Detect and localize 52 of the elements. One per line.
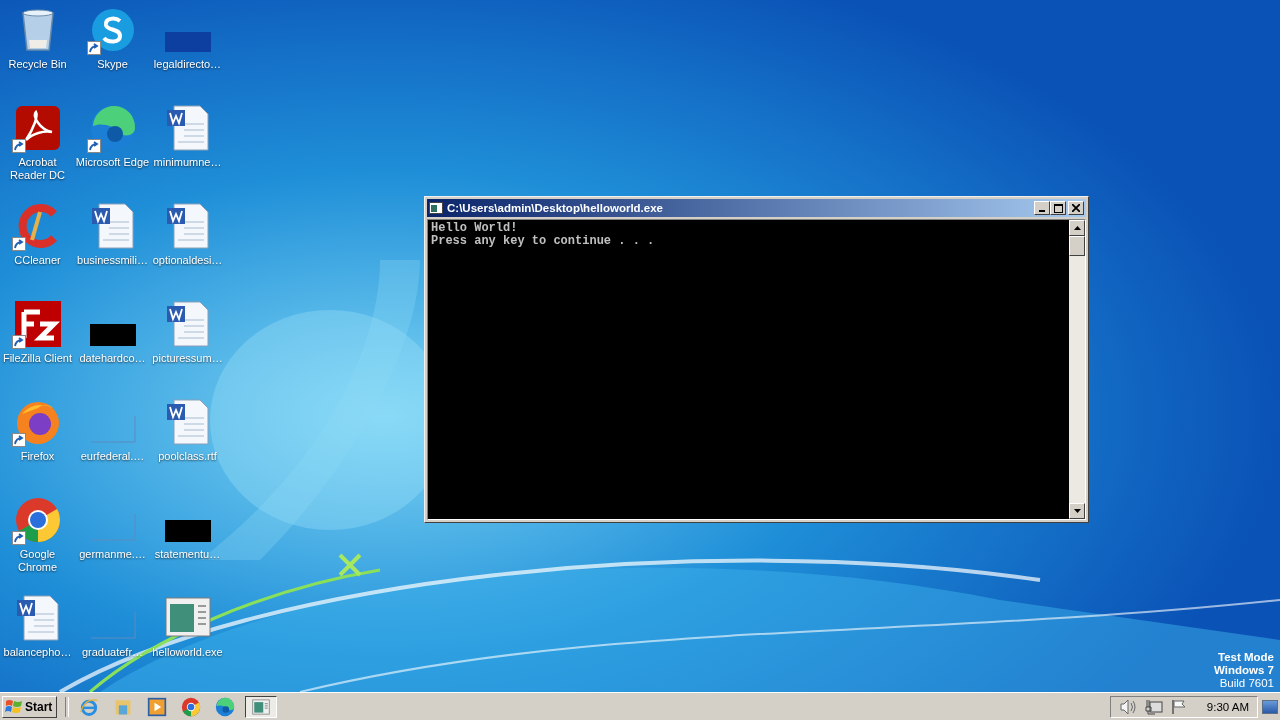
clock[interactable]: 9:30 AM [1206, 700, 1249, 713]
icon-label: helloworld.exe [151, 646, 224, 659]
icon-label: businessmili… [76, 254, 149, 267]
icon-label: Acrobat Reader DC [9, 156, 66, 182]
icon-label: Skype [96, 58, 129, 71]
scroll-thumb[interactable] [1069, 236, 1085, 256]
edge-icon[interactable] [215, 696, 236, 717]
icon-label: picturessum… [151, 352, 224, 365]
minimize-button[interactable] [1034, 201, 1050, 215]
program-icon [429, 202, 443, 214]
filezilla-icon[interactable] [13, 300, 62, 348]
close-button[interactable] [1068, 201, 1084, 215]
console-line: Hello World! [431, 222, 519, 235]
flag-icon[interactable] [1170, 698, 1187, 715]
chrome-icon[interactable] [181, 696, 202, 717]
edge-icon[interactable] [88, 104, 137, 152]
icon-label: germanme.… [78, 548, 147, 561]
show-desktop-button[interactable] [1262, 699, 1278, 714]
icon-label: legaldirecto… [152, 58, 223, 71]
maximize-button[interactable] [1050, 201, 1066, 215]
media-player-icon[interactable] [147, 696, 168, 717]
console-line: Press any key to continue . . . [431, 234, 656, 247]
close-icon [1072, 204, 1080, 212]
icon-label: graduatefr… [80, 646, 145, 659]
speaker-icon[interactable] [1118, 698, 1137, 715]
icon-label: poolclass.rtf [157, 450, 218, 463]
icon-label: eurfederal.… [79, 450, 146, 463]
test-mode-text: Test Mode [1218, 651, 1274, 664]
scroll-down-icon[interactable] [1073, 509, 1081, 513]
icon-label: Microsoft Edge [75, 156, 150, 169]
icon-label: FileZilla Client [1, 352, 74, 365]
start-button[interactable]: Start [2, 695, 58, 718]
icon-label: balancepho… [2, 646, 73, 659]
test-mode-text: Windows 7 [1214, 664, 1274, 677]
chrome-icon[interactable] [13, 496, 62, 544]
window-title: C:\Users\admin\Desktop\helloworld.exe [447, 202, 664, 214]
maximize-icon [1053, 203, 1063, 213]
icon-label: datehardco… [78, 352, 147, 365]
network-icon[interactable] [1144, 698, 1163, 715]
icon-label: statementu… [153, 548, 222, 561]
icon-label: Firefox [19, 450, 56, 463]
icon-label: optionaldesi… [151, 254, 224, 267]
icon-label: Google Chrome [16, 548, 59, 574]
scroll-up-icon[interactable] [1073, 226, 1081, 230]
icon-label: CCleaner [13, 254, 62, 267]
taskbar-button[interactable] [245, 695, 278, 718]
pdf-icon[interactable] [13, 104, 62, 152]
icon-label: minimumne… [152, 156, 223, 169]
flag-icon [5, 698, 23, 715]
test-mode-text: Build 7601 [1219, 677, 1274, 690]
scroll-bar[interactable] [1069, 220, 1085, 519]
icon-label: Recycle Bin [7, 58, 68, 71]
